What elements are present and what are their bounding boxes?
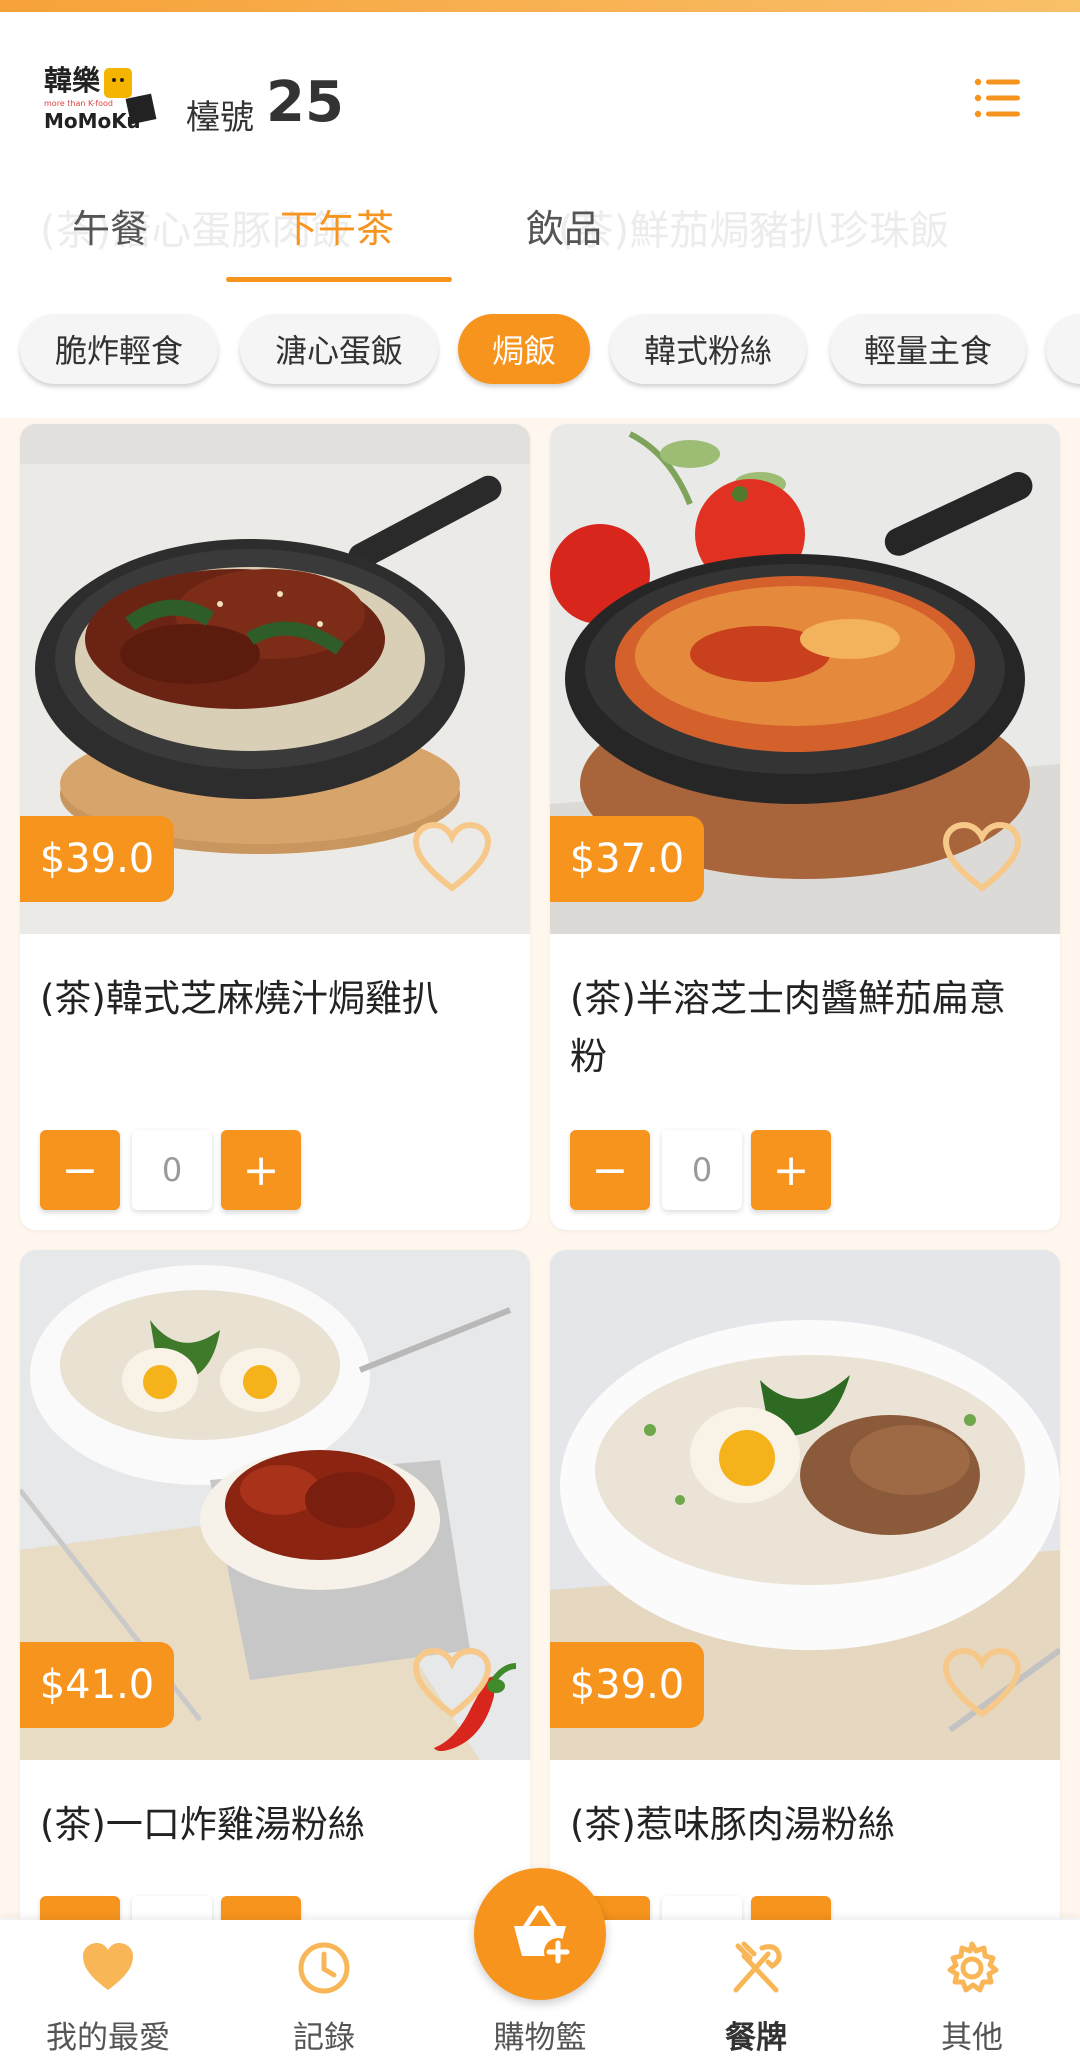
quantity-stepper: − 0 + bbox=[570, 1130, 850, 1210]
increase-button[interactable]: + bbox=[221, 1130, 301, 1210]
price-badge: $41.0 bbox=[20, 1642, 174, 1728]
chip-light-mains[interactable]: 輕量主食 bbox=[830, 314, 1026, 384]
heart-icon bbox=[83, 1943, 133, 1990]
increase-button[interactable]: + bbox=[751, 1130, 831, 1210]
product-name: (茶)韓式芝麻燒汁焗雞扒 bbox=[40, 977, 439, 1020]
favorite-heart-icon[interactable] bbox=[412, 822, 492, 894]
basket-add-icon bbox=[514, 1905, 572, 1966]
quantity-stepper: − 0 + bbox=[40, 1130, 320, 1210]
clock-icon bbox=[298, 1942, 350, 1994]
chip-egg-rice[interactable]: 溏心蛋飯 bbox=[240, 314, 438, 384]
category-chips: 脆炸輕食 溏心蛋飯 焗飯 韓式粉絲 輕量主食 bbox=[0, 288, 1080, 418]
nav-label: 記錄 bbox=[293, 2020, 355, 2056]
logo-text-korean: 韓樂 bbox=[44, 64, 101, 97]
tab-drinks[interactable]: 飲品 bbox=[526, 198, 602, 253]
favorite-heart-icon[interactable] bbox=[412, 1648, 492, 1720]
product-name: (茶)半溶芝士肉醬鮮茄扁意粉 bbox=[570, 977, 1006, 1078]
price-badge: $37.0 bbox=[550, 816, 704, 902]
product-card: $39.0 (茶)惹味豚肉湯粉絲 − 0 + bbox=[550, 1250, 1060, 1950]
logo-text-momoku: MoMoKu bbox=[44, 109, 141, 133]
menu-tabs: (茶)溏心蛋豚肉飯 (茶)鮮茄焗豬扒珍珠飯 午餐 下午茶 飲品 bbox=[0, 164, 1080, 288]
price-badge: $39.0 bbox=[20, 816, 174, 902]
nav-label: 購物籃 bbox=[493, 2020, 587, 2056]
favorite-heart-icon[interactable] bbox=[942, 1648, 1022, 1720]
favorite-heart-icon[interactable] bbox=[942, 822, 1022, 894]
decrease-button[interactable]: − bbox=[40, 1130, 120, 1210]
active-tab-indicator bbox=[226, 277, 452, 282]
nav-favorites[interactable]: 我的最愛 bbox=[0, 1920, 216, 2068]
fork-knife-icon bbox=[733, 1941, 782, 1993]
product-card: $39.0 (茶)韓式芝麻燒汁焗雞扒 − 0 + bbox=[20, 424, 530, 1230]
chip-more-partial[interactable] bbox=[1046, 314, 1080, 384]
nav-label: 餐牌 bbox=[725, 2020, 787, 2056]
quantity-value[interactable]: 0 bbox=[132, 1130, 212, 1210]
momoku-logo[interactable]: 韓樂 more than K-food MoMoKu bbox=[44, 60, 162, 140]
hamburger-menu-icon[interactable] bbox=[972, 72, 1024, 124]
price-badge: $39.0 bbox=[550, 1642, 704, 1728]
product-name: (茶)惹味豚肉湯粉絲 bbox=[570, 1803, 895, 1846]
tab-lunch[interactable]: 午餐 bbox=[72, 198, 148, 253]
nav-label: 其他 bbox=[941, 2020, 1003, 2056]
chip-baked-rice[interactable]: 焗飯 bbox=[458, 314, 590, 384]
product-name: (茶)一口炸雞湯粉絲 bbox=[40, 1803, 365, 1846]
chip-korean-vermicelli[interactable]: 韓式粉絲 bbox=[610, 314, 806, 384]
nav-menu[interactable]: 餐牌 bbox=[648, 1920, 864, 2068]
nav-history[interactable]: 記錄 bbox=[216, 1920, 432, 2068]
decrease-button[interactable]: − bbox=[570, 1130, 650, 1210]
nav-label: 我的最愛 bbox=[46, 2020, 170, 2056]
product-card: $37.0 (茶)半溶芝士肉醬鮮茄扁意粉 − 0 + bbox=[550, 424, 1060, 1230]
ghost-scroll-text-right: (茶)鮮茄焗豬扒珍珠飯 bbox=[558, 208, 950, 254]
tab-afternoon-tea[interactable]: 下午茶 bbox=[280, 198, 394, 253]
nav-other[interactable]: 其他 bbox=[864, 1920, 1080, 2068]
table-number: 25 bbox=[266, 70, 344, 135]
app-header: 韓樂 more than K-food MoMoKu 檯號 25 bbox=[0, 12, 1080, 164]
cart-fab-button[interactable] bbox=[474, 1868, 606, 2000]
logo-tagline: more than K-food bbox=[44, 99, 113, 108]
product-card: $41.0 (茶)一口炸雞湯粉絲 − 0 + bbox=[20, 1250, 530, 1950]
table-label: 檯號 bbox=[186, 98, 254, 138]
gear-icon bbox=[947, 1941, 999, 1993]
quantity-value[interactable]: 0 bbox=[662, 1130, 742, 1210]
top-accent-bar bbox=[0, 0, 1080, 12]
chip-fried-snacks[interactable]: 脆炸輕食 bbox=[20, 314, 218, 384]
